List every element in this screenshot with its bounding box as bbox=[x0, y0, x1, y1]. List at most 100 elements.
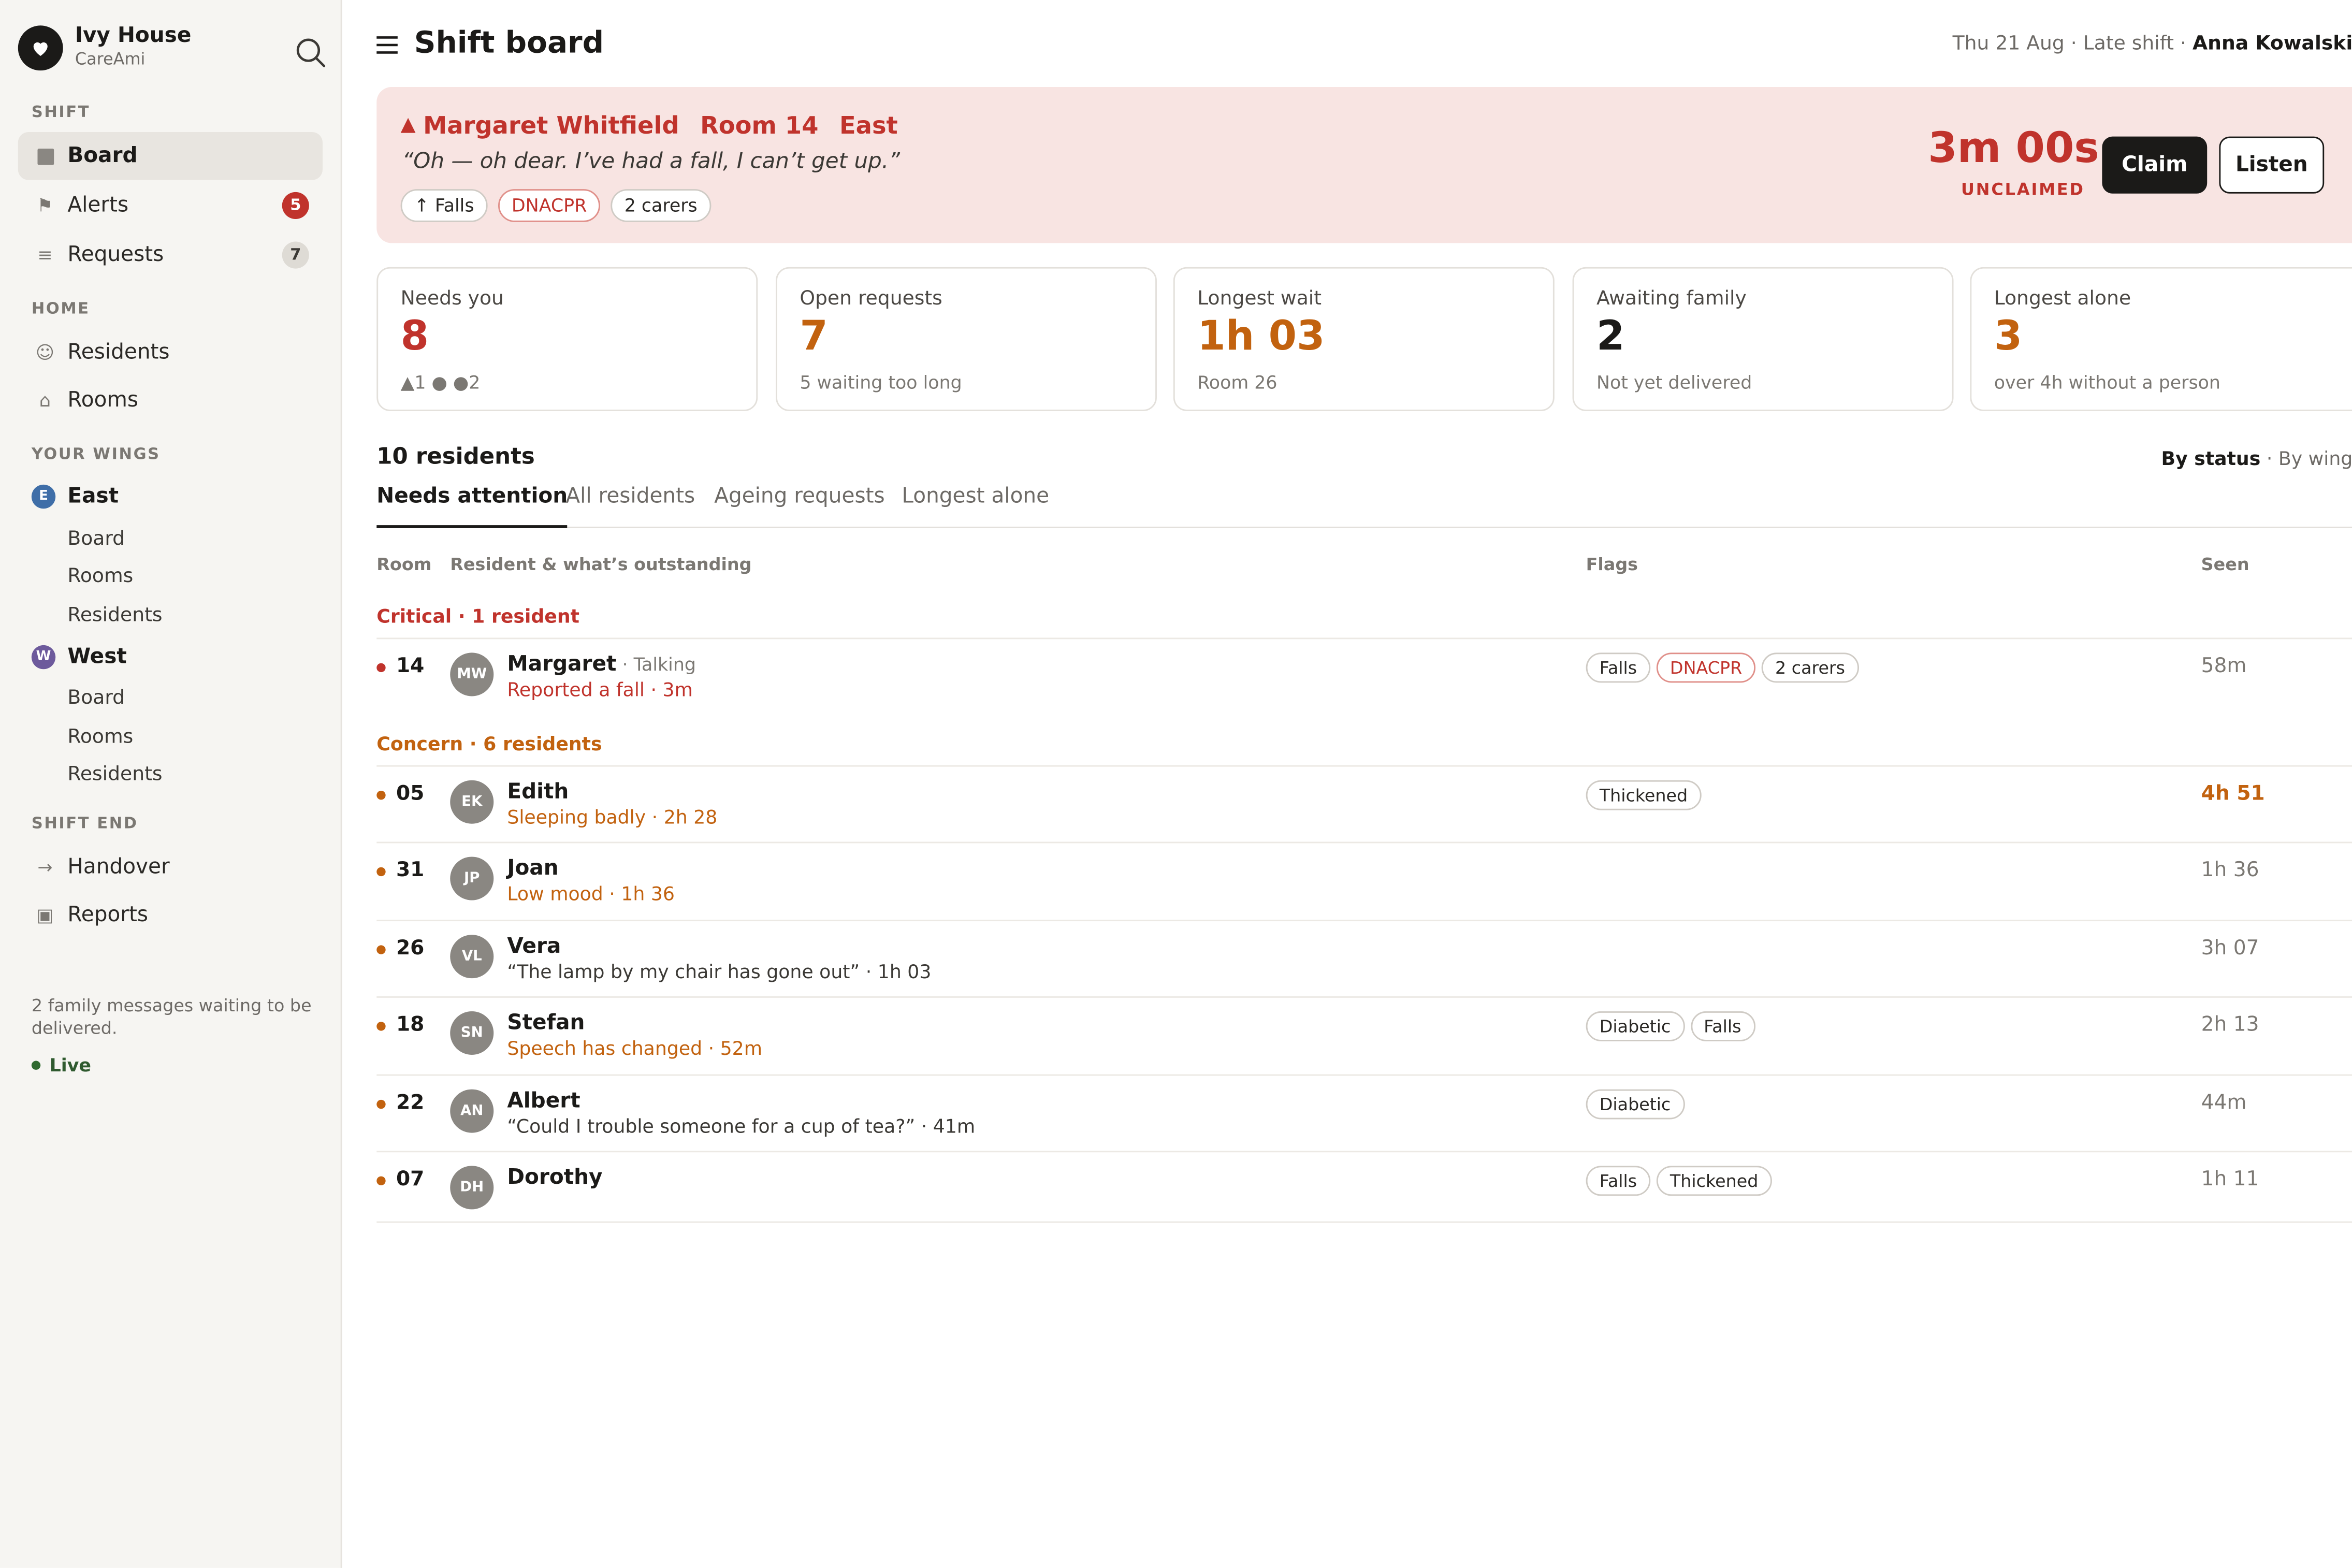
brand[interactable]: Ivy House CareAmi bbox=[18, 24, 192, 70]
east-board-link[interactable]: Board bbox=[67, 528, 125, 550]
table-row[interactable]: 14 MW Margaret · Talking Reported a fall… bbox=[376, 637, 2352, 716]
resident-name: Dorothy bbox=[507, 1166, 603, 1190]
resident-name: Joan bbox=[507, 856, 559, 881]
concern-dot-icon bbox=[376, 1099, 386, 1109]
seen-time: 44m bbox=[2201, 1091, 2247, 1115]
wing-east-badge: E bbox=[31, 484, 56, 509]
resident-issue: Sleeping badly · 2h 28 bbox=[507, 805, 718, 829]
resident-name: Edith bbox=[507, 780, 569, 805]
flag-chip: Falls bbox=[1586, 1166, 1651, 1196]
west-residents-link[interactable]: Residents bbox=[67, 764, 162, 786]
room-number: 07 bbox=[396, 1167, 425, 1192]
search-icon[interactable] bbox=[294, 36, 327, 69]
wing-east[interactable]: E East bbox=[31, 484, 119, 509]
sidebar-item-requests[interactable]: ≡ Requests 7 bbox=[18, 231, 323, 279]
home-name: Ivy House bbox=[75, 24, 192, 48]
tab-needs-attention[interactable]: Needs attention bbox=[376, 485, 568, 528]
resident-flags: Diabetic Falls bbox=[1586, 1011, 1761, 1041]
avatar: MW bbox=[450, 652, 494, 696]
concern-dot-icon bbox=[376, 945, 386, 954]
fall-alert-banner: ▲ Margaret Whitfield Room 14 East “Oh — … bbox=[376, 87, 2352, 243]
tab-all-residents[interactable]: All residents bbox=[565, 485, 695, 525]
sort-by-wing[interactable]: · By wing bbox=[2260, 447, 2352, 469]
table-row[interactable]: 31 JP Joan Low mood · 1h 36 1h 36 bbox=[376, 841, 2352, 920]
table-row[interactable]: 22 AN Albert “Could I trouble someone fo… bbox=[376, 1074, 2352, 1153]
resident-flags: Falls Thickened bbox=[1586, 1166, 1778, 1196]
list-icon: ≡ bbox=[37, 244, 53, 266]
wing-west-badge: W bbox=[31, 645, 56, 670]
tab-ageing-requests[interactable]: Ageing requests bbox=[714, 485, 884, 525]
tab-longest-alone[interactable]: Longest alone bbox=[902, 485, 1049, 525]
sidebar-item-handover[interactable]: → Handover bbox=[18, 843, 323, 891]
stat-open-requests[interactable]: Open requests 7 5 waiting too long bbox=[776, 267, 1157, 411]
alert-title: ▲ Margaret Whitfield Room 14 East bbox=[401, 111, 919, 139]
house-icon: ⌂ bbox=[39, 390, 51, 411]
seen-time: 3h 07 bbox=[2201, 936, 2259, 961]
claim-button[interactable]: Claim bbox=[2102, 136, 2208, 194]
listen-button[interactable]: Listen bbox=[2219, 136, 2325, 194]
sidebar-item-rooms[interactable]: ⌂ Rooms bbox=[18, 376, 323, 425]
column-seen: Seen bbox=[2201, 554, 2249, 575]
board-icon bbox=[32, 148, 59, 165]
flag-chip: Thickened bbox=[1656, 1166, 1772, 1196]
seen-time: 4h 51 bbox=[2201, 781, 2265, 806]
resident-issue: Speech has changed · 52m bbox=[507, 1037, 763, 1059]
requests-count-badge: 7 bbox=[282, 241, 309, 269]
room-number: 26 bbox=[396, 936, 425, 961]
column-flags: Flags bbox=[1586, 554, 1638, 575]
alert-room: Room 14 bbox=[700, 111, 819, 140]
sidebar-item-alerts[interactable]: ⚑ Alerts 5 bbox=[18, 182, 323, 230]
alert-status: UNCLAIMED bbox=[1961, 180, 2085, 200]
resident-request: “The lamp by my chair has gone out” · 1h… bbox=[507, 960, 932, 983]
group-concern: Concern · 6 residents bbox=[376, 732, 602, 755]
column-room: Room bbox=[376, 554, 432, 575]
shift-date: Thu 21 Aug · Late shift · bbox=[1952, 33, 2187, 56]
flag-chip: Falls bbox=[1690, 1011, 1755, 1041]
wing-west[interactable]: W West bbox=[31, 645, 127, 670]
east-residents-link[interactable]: Residents bbox=[67, 605, 162, 627]
concern-dot-icon bbox=[376, 867, 386, 877]
table-row[interactable]: 26 VL Vera “The lamp by my chair has gon… bbox=[376, 920, 2352, 998]
west-rooms-link[interactable]: Rooms bbox=[67, 726, 133, 748]
product-name: CareAmi bbox=[75, 49, 146, 69]
sidebar-item-board[interactable]: Board bbox=[18, 132, 323, 180]
sort-toggle[interactable]: By status · By wing bbox=[2161, 447, 2352, 469]
avatar: AN bbox=[450, 1089, 494, 1133]
stat-longest-wait[interactable]: Longest wait 1h 03 Room 26 bbox=[1173, 267, 1555, 411]
critical-dot-icon bbox=[376, 663, 386, 673]
resident-request: “Could I trouble someone for a cup of te… bbox=[507, 1114, 976, 1138]
flag-chip: 2 carers bbox=[1761, 652, 1859, 683]
residents-tabs: Needs attention All residents Ageing req… bbox=[376, 485, 2352, 528]
alert-timer: 3m 00s bbox=[1928, 123, 2099, 173]
alert-resident-name[interactable]: Margaret Whitfield bbox=[423, 111, 679, 139]
table-row[interactable]: 07 DH Dorothy Falls Thickened 1h 11 bbox=[376, 1151, 2352, 1223]
flag-chip: Diabetic bbox=[1586, 1011, 1685, 1041]
live-dot-icon bbox=[31, 1061, 41, 1070]
menu-icon[interactable] bbox=[375, 33, 399, 57]
sidebar-item-reports[interactable]: ▣ Reports bbox=[18, 891, 323, 939]
avatar: EK bbox=[450, 780, 494, 824]
room-number: 05 bbox=[396, 781, 425, 806]
east-rooms-link[interactable]: Rooms bbox=[67, 565, 133, 588]
user-name[interactable]: Anna Kowalski bbox=[2193, 33, 2352, 55]
group-critical: Critical · 1 resident bbox=[376, 604, 579, 628]
resident-issue: Low mood · 1h 36 bbox=[507, 882, 675, 905]
stat-longest-alone[interactable]: Longest alone 3 over 4h without a person bbox=[1970, 267, 2352, 411]
table-row[interactable]: 18 SN Stefan Speech has changed · 52m Di… bbox=[376, 996, 2352, 1075]
seen-time: 2h 13 bbox=[2201, 1012, 2259, 1037]
sort-by-status[interactable]: By status bbox=[2161, 447, 2260, 469]
alerts-count-badge: 5 bbox=[282, 192, 309, 220]
stat-awaiting-family[interactable]: Awaiting family 2 Not yet delivered bbox=[1572, 267, 1954, 411]
report-icon: ▣ bbox=[36, 905, 54, 926]
sidebar-item-residents[interactable]: ☺ Residents bbox=[18, 329, 323, 377]
concern-dot-icon bbox=[376, 790, 386, 800]
room-number: 22 bbox=[396, 1091, 425, 1115]
room-number: 18 bbox=[396, 1012, 425, 1037]
section-wings: YOUR WINGS bbox=[31, 445, 161, 464]
west-board-link[interactable]: Board bbox=[67, 687, 125, 709]
face-icon: ☺ bbox=[35, 342, 55, 364]
table-row[interactable]: 05 EK Edith Sleeping badly · 2h 28 Thick… bbox=[376, 765, 2352, 844]
live-indicator: Live bbox=[31, 1055, 91, 1076]
section-shift: SHIFT bbox=[31, 103, 91, 122]
stat-needs-you[interactable]: Needs you 8 ▲1 ● ●2 bbox=[376, 267, 758, 411]
